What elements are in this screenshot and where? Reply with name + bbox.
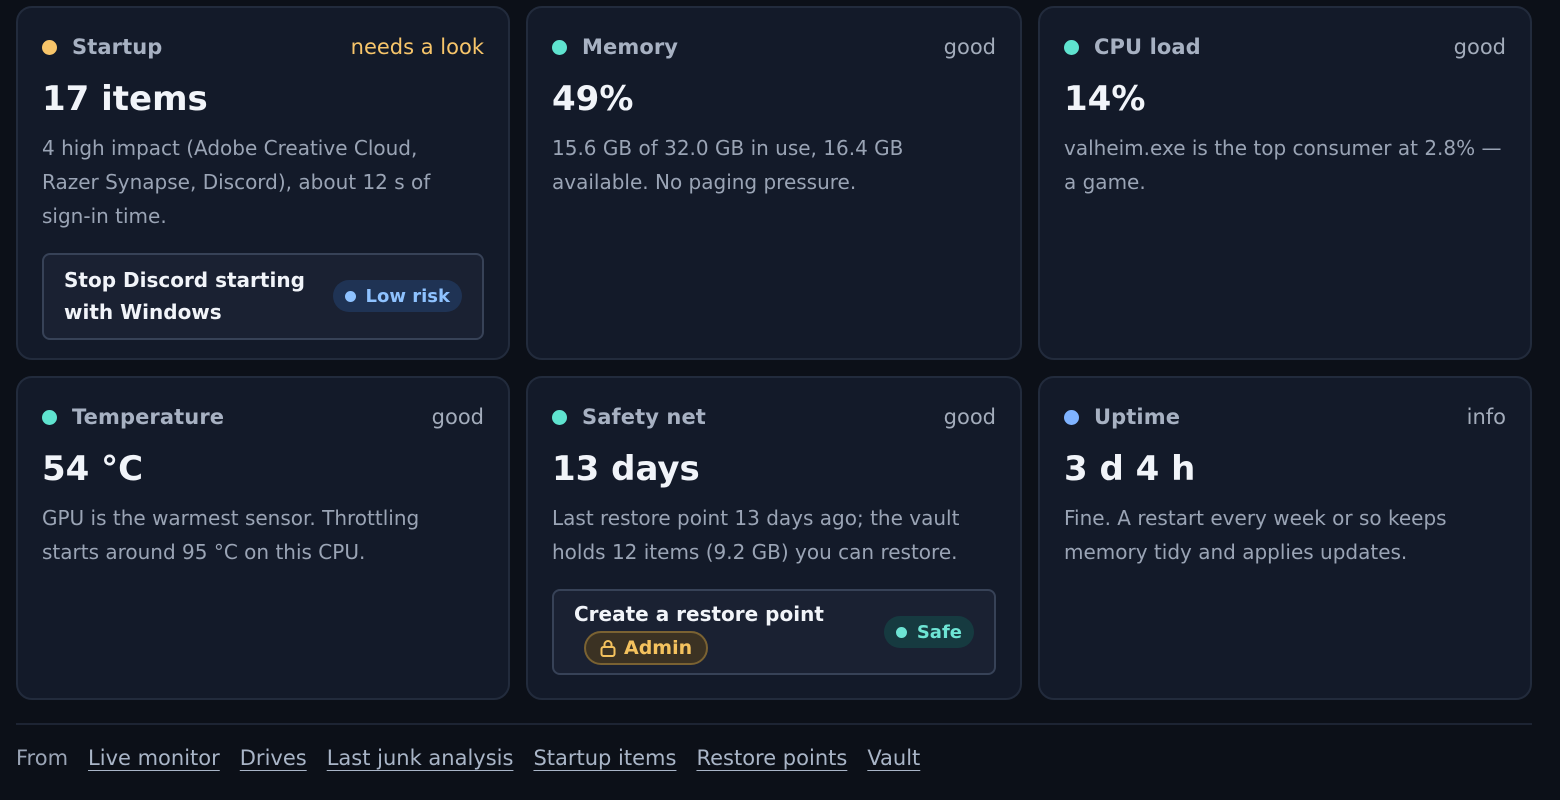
risk-dot-icon	[344, 290, 356, 302]
action-label: Stop Discord starting with Windows	[64, 268, 305, 324]
link-live-monitor[interactable]: Live monitor	[88, 746, 220, 770]
status-dot-good	[42, 409, 57, 425]
card-memory: Memory good 49% 15.6 GB of 32.0 GB in us…	[526, 6, 1022, 360]
metric-value: 14%	[1064, 79, 1146, 119]
status-dot-good	[552, 39, 567, 55]
status-dot-good	[1064, 39, 1079, 55]
safe-dot-icon	[895, 626, 907, 638]
safe-badge: Safe	[883, 616, 974, 648]
lock-icon	[600, 640, 616, 657]
card-title: Uptime	[1094, 405, 1181, 429]
metric-value: 17 items	[42, 79, 208, 119]
admin-badge: Admin	[584, 631, 709, 665]
card-title: Temperature	[72, 405, 225, 429]
status-label: good	[431, 405, 484, 429]
card-uptime: Uptime info 3 d 4 h Fine. A restart ever…	[1038, 376, 1532, 700]
card-title: CPU load	[1094, 35, 1201, 59]
source-links-footer: From Live monitor Drives Last junk analy…	[16, 746, 940, 770]
link-last-junk-analysis[interactable]: Last junk analysis	[327, 746, 514, 770]
status-dot-good	[552, 409, 567, 425]
footer-from-label: From	[16, 746, 69, 770]
link-vault[interactable]: Vault	[867, 746, 920, 770]
link-startup-items[interactable]: Startup items	[533, 746, 676, 770]
status-label: needs a look	[350, 35, 484, 59]
footer-divider	[16, 723, 1532, 725]
metric-value: 3 d 4 h	[1064, 449, 1196, 489]
link-restore-points[interactable]: Restore points	[696, 746, 847, 770]
metric-description: GPU is the warmest sensor. Throttling st…	[42, 506, 420, 564]
metric-value: 54 °C	[42, 449, 144, 489]
card-safety-net: Safety net good 13 days Last restore poi…	[526, 376, 1022, 700]
risk-badge-label: Low risk	[365, 285, 450, 307]
metric-value: 13 days	[552, 449, 700, 489]
safe-badge-label: Safe	[916, 621, 962, 643]
metric-description: 4 high impact (Adobe Creative Cloud, Raz…	[42, 136, 431, 228]
card-title: Memory	[582, 35, 679, 59]
stop-discord-action-button[interactable]: Stop Discord starting with Windows Low r…	[42, 253, 484, 340]
status-card-grid: Startup needs a look 17 items 4 high imp…	[16, 6, 1532, 700]
status-label: info	[1466, 405, 1506, 429]
link-drives[interactable]: Drives	[240, 746, 307, 770]
card-temperature: Temperature good 54 °C GPU is the warmes…	[16, 376, 510, 700]
create-restore-point-button[interactable]: Create a restore point Admin Safe	[552, 589, 996, 675]
action-label: Create a restore point	[574, 602, 824, 626]
metric-description: valheim.exe is the top consumer at 2.8% …	[1064, 136, 1502, 194]
status-dot-info	[1064, 409, 1079, 425]
card-title: Startup	[72, 35, 163, 59]
status-dot-warn	[42, 39, 57, 55]
metric-value: 49%	[552, 79, 634, 119]
status-label: good	[943, 35, 996, 59]
admin-badge-label: Admin	[624, 637, 693, 659]
metric-description: Last restore point 13 days ago; the vaul…	[552, 506, 960, 564]
metric-description: Fine. A restart every week or so keeps m…	[1064, 506, 1447, 564]
card-cpu-load: CPU load good 14% valheim.exe is the top…	[1038, 6, 1532, 360]
risk-badge: Low risk	[332, 280, 462, 312]
metric-description: 15.6 GB of 32.0 GB in use, 16.4 GB avail…	[552, 136, 904, 194]
card-startup: Startup needs a look 17 items 4 high imp…	[16, 6, 510, 360]
status-label: good	[1453, 35, 1506, 59]
status-label: good	[943, 405, 996, 429]
card-title: Safety net	[582, 405, 706, 429]
